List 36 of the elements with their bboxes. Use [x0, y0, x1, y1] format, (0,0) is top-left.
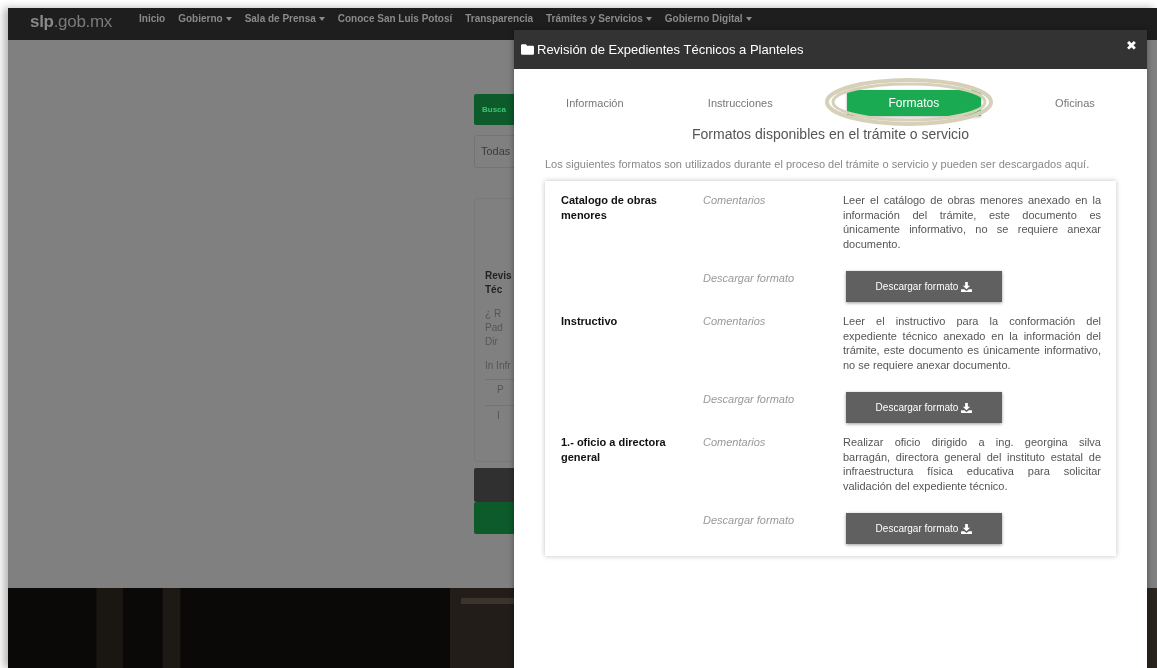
download-button[interactable]: Descargar formato: [846, 513, 1002, 544]
field-label: Descargar formato: [703, 271, 796, 286]
nav-link[interactable]: Conoce San Luis Potosí: [337, 13, 453, 24]
download-icon: [961, 402, 973, 413]
card-title: Revis Téc: [485, 269, 513, 297]
download-button[interactable]: Descargar formato: [846, 271, 1002, 302]
field-label: Descargar formato: [703, 392, 796, 407]
format-comment: Realizar oficio dirigido a ing. georgina silva barragán, directora general del instituto estatal de infraestructura física educativa para solicitar validación del expediente técnico.: [843, 435, 1101, 493]
folder-icon: [521, 44, 534, 55]
tab[interactable]: Instrucciones: [697, 90, 783, 116]
section-heading: Formatos disponibles en el trámite o servicio: [691, 126, 970, 142]
modal-title: Revisión de Expedientes Técnicos a Planteles: [537, 42, 804, 57]
format-comment: Leer el catálogo de obras menores anexado en la información del trámite, este documento es únicamente informativo, no se requiere anexar documento.: [843, 193, 1101, 251]
format-name: Catalogo de obras menores: [561, 193, 658, 223]
field-label: Comentarios: [703, 435, 767, 450]
format-comment: Leer el instructivo para la conformación del expediente técnico anexado en la información del trámite, este documento es únicamente informativo, no se requiere anexar documento.: [843, 314, 1101, 372]
download-icon: [961, 281, 973, 292]
nav-link[interactable]: Trámites y Servicios: [546, 13, 652, 24]
site-logo[interactable]: slp.gob.mx: [30, 12, 113, 32]
nav-link[interactable]: Transparencia: [465, 13, 534, 24]
tab[interactable]: Oficinas: [1045, 90, 1105, 116]
field-label: Comentarios: [703, 314, 767, 329]
nav-link[interactable]: Inicio: [139, 13, 166, 24]
field-label: Comentarios: [703, 193, 767, 208]
format-name: Instructivo: [561, 314, 619, 329]
field-label: Descargar formato: [703, 513, 796, 528]
intro-text: Los siguientes formatos son utilizados durante el proceso del trámite o servicio y pueden ser descargados aquí.: [545, 157, 1091, 172]
nav-link[interactable]: Sala de Prensa: [244, 13, 325, 24]
download-button[interactable]: Descargar formato: [846, 392, 1002, 423]
nav-link[interactable]: Gobierno: [178, 13, 232, 24]
nav-link[interactable]: Gobierno Digital: [664, 13, 752, 24]
tab[interactable]: Formatos: [846, 90, 981, 116]
close-button[interactable]: ✖: [1126, 38, 1137, 61]
download-icon: [961, 523, 973, 534]
tab[interactable]: Información: [556, 90, 634, 116]
format-name: 1.- oficio a directora general: [561, 435, 667, 465]
